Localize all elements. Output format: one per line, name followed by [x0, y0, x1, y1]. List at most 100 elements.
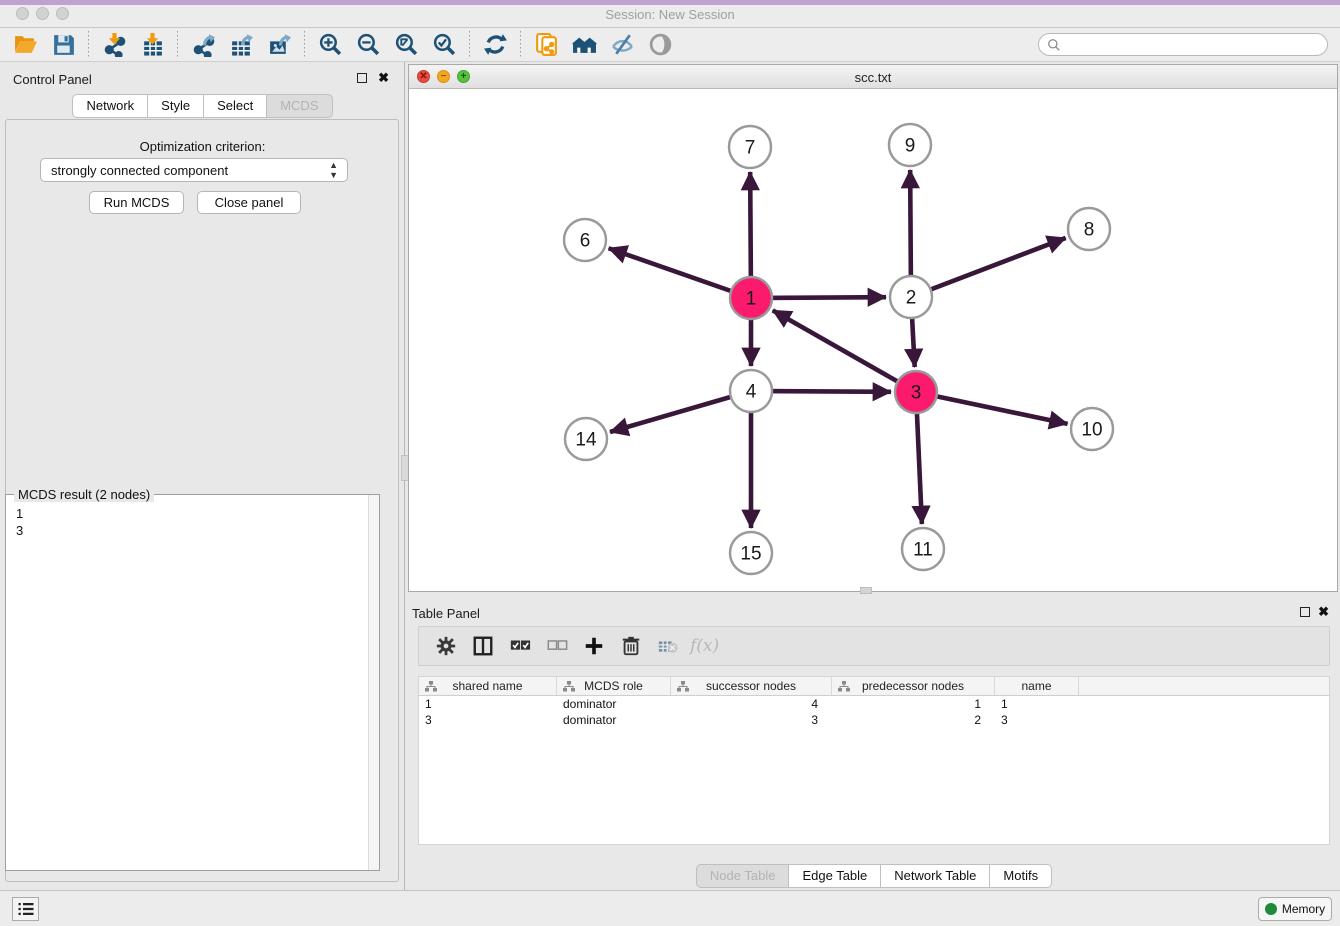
node-label: 9 — [905, 136, 916, 157]
result-line: 3 — [16, 522, 23, 539]
zoom-out-button[interactable] — [349, 30, 387, 60]
zoom-selected-button[interactable] — [425, 30, 463, 60]
column-header-predecessor-nodes[interactable]: predecessor nodes — [832, 677, 995, 695]
tab-motifs[interactable]: Motifs — [990, 864, 1052, 888]
table-cell[interactable]: 3 — [671, 712, 832, 728]
open-file-button[interactable] — [6, 30, 44, 60]
graph-node-8[interactable]: 8 — [1068, 208, 1110, 250]
table-panel: Table Panel ✖ f(x) shared name MCDS role… — [408, 596, 1340, 890]
table-cell[interactable]: dominator — [557, 696, 671, 712]
table-row[interactable]: 1dominator411 — [419, 696, 1329, 712]
table-cell[interactable]: 1 — [832, 696, 995, 712]
edge-1-6[interactable] — [609, 248, 751, 298]
task-history-button[interactable] — [12, 897, 39, 921]
tab-node-table[interactable]: Node Table — [696, 864, 790, 888]
memory-button[interactable]: Memory — [1258, 897, 1332, 921]
select-all-button[interactable] — [501, 630, 538, 662]
add-row-button[interactable] — [575, 630, 612, 662]
horizontal-splitter-grip[interactable] — [860, 587, 872, 594]
toolbar-separator — [520, 31, 521, 59]
tab-edge-table[interactable]: Edge Table — [789, 864, 881, 888]
node-label: 2 — [906, 288, 917, 309]
table-cell[interactable]: 1 — [995, 696, 1079, 712]
table-cell[interactable]: dominator — [557, 712, 671, 728]
graph-node-11[interactable]: 11 — [902, 528, 944, 570]
table-cell[interactable]: 4 — [671, 696, 832, 712]
graph-node-1[interactable]: 1 — [730, 277, 772, 319]
export-network-button[interactable] — [184, 30, 222, 60]
show-columns-icon — [472, 635, 494, 657]
graph-node-10[interactable]: 10 — [1071, 408, 1113, 450]
tab-style[interactable]: Style — [148, 94, 204, 118]
table-cell[interactable]: 3 — [995, 712, 1079, 728]
open-home-button[interactable] — [565, 30, 603, 60]
close-table-panel-icon[interactable]: ✖ — [1318, 604, 1329, 620]
delete-row-icon — [620, 635, 642, 657]
node-label: 11 — [913, 540, 933, 561]
import-table-button[interactable] — [133, 30, 171, 60]
close-panel-button[interactable]: Close panel — [197, 191, 301, 214]
tab-network[interactable]: Network — [72, 94, 148, 118]
zoom-in-button[interactable] — [311, 30, 349, 60]
network-window-titlebar[interactable]: ✕ − + scc.txt — [409, 65, 1337, 89]
import-table-icon — [140, 32, 165, 57]
column-label: MCDS role — [584, 679, 643, 693]
deselect-all-button[interactable] — [538, 630, 575, 662]
column-header-shared-name[interactable]: shared name — [419, 677, 557, 695]
close-panel-icon[interactable]: ✖ — [378, 70, 389, 86]
graph-node-9[interactable]: 9 — [889, 124, 931, 166]
run-mcds-button[interactable]: Run MCDS — [89, 191, 184, 214]
float-table-panel-icon[interactable] — [1300, 607, 1310, 617]
edge-3-1[interactable] — [773, 310, 916, 392]
settings-gear-button[interactable] — [427, 630, 464, 662]
export-table-button[interactable] — [222, 30, 260, 60]
save-session-button[interactable] — [44, 30, 82, 60]
node-label: 10 — [1081, 420, 1102, 441]
network-canvas[interactable]: 7 9 6 8 1 2 4 3 14 10 15 11 — [409, 89, 1337, 591]
export-image-button[interactable] — [260, 30, 298, 60]
graph-node-2[interactable]: 2 — [890, 276, 932, 318]
tab-mcds[interactable]: MCDS — [267, 94, 332, 118]
result-scrollbar[interactable] — [368, 495, 379, 870]
node-label: 15 — [740, 544, 761, 565]
delete-row-button[interactable] — [612, 630, 649, 662]
node-label: 3 — [911, 383, 922, 404]
graph-node-14[interactable]: 14 — [565, 418, 607, 460]
toolbar-separator — [304, 31, 305, 59]
graph-node-4[interactable]: 4 — [730, 370, 772, 412]
column-header-successor-nodes[interactable]: successor nodes — [671, 677, 832, 695]
tab-network-table[interactable]: Network Table — [881, 864, 990, 888]
show-columns-button[interactable] — [464, 630, 501, 662]
edge-2-8[interactable] — [911, 238, 1066, 297]
column-header-name[interactable]: name — [995, 677, 1079, 695]
tab-select[interactable]: Select — [204, 94, 267, 118]
zoom-fit-button[interactable] — [387, 30, 425, 60]
refresh-view-button[interactable] — [476, 30, 514, 60]
float-panel-icon[interactable] — [357, 73, 367, 83]
hide-eye-button[interactable] — [603, 30, 641, 60]
hierarchy-icon — [425, 681, 437, 692]
edge-3-10[interactable] — [916, 392, 1068, 424]
mcds-result-box: MCDS result (2 nodes) 13 — [5, 494, 380, 871]
optimization-dropdown-value: strongly connected component — [51, 163, 228, 178]
table-row[interactable]: 3dominator323 — [419, 712, 1329, 728]
graph-node-6[interactable]: 6 — [564, 219, 606, 261]
node-label: 6 — [580, 231, 591, 252]
mcds-result-lines: 13 — [16, 505, 23, 539]
task-list-icon — [17, 901, 35, 917]
search-input[interactable] — [1061, 35, 1327, 54]
table-cell[interactable]: 2 — [832, 712, 995, 728]
graph-node-7[interactable]: 7 — [729, 126, 771, 168]
show-eye-button[interactable] — [641, 30, 679, 60]
optimization-dropdown[interactable]: strongly connected component ▲▼ — [40, 158, 348, 182]
search-box[interactable] — [1038, 33, 1328, 56]
column-header-MCDS-role[interactable]: MCDS role — [557, 677, 671, 695]
table-cell[interactable]: 3 — [419, 712, 557, 728]
graph-node-15[interactable]: 15 — [730, 532, 772, 574]
graph-node-3[interactable]: 3 — [895, 371, 937, 413]
table-cell[interactable]: 1 — [419, 696, 557, 712]
import-network-button[interactable] — [95, 30, 133, 60]
clone-network-button[interactable] — [527, 30, 565, 60]
toolbar-separator — [469, 31, 470, 59]
column-label: successor nodes — [706, 679, 796, 693]
